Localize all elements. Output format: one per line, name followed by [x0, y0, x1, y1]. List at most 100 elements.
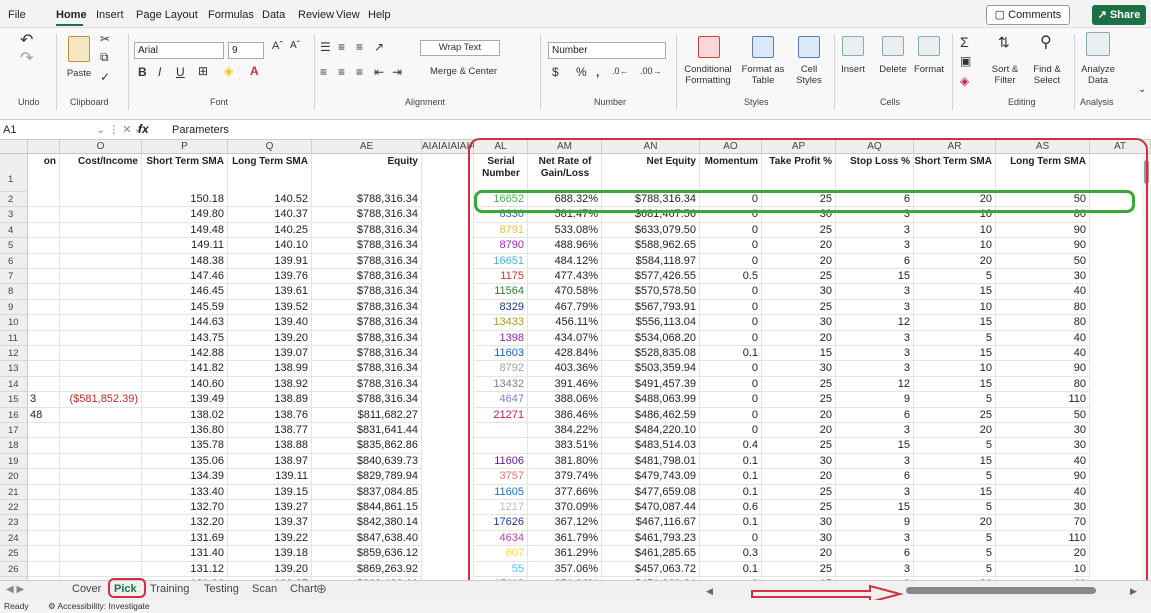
cell-al[interactable]: 21271 — [474, 408, 528, 423]
cell-ae[interactable]: $788,316.34 — [312, 315, 422, 331]
cell-ae[interactable]: $844,861.15 — [312, 500, 422, 516]
cell-p[interactable]: 135.06 — [142, 454, 228, 470]
row-header[interactable]: 25 — [0, 546, 28, 562]
number-format-select[interactable]: Number — [548, 42, 666, 59]
cell-ap[interactable]: 20 — [762, 254, 836, 269]
delete-cells-icon[interactable] — [882, 36, 904, 56]
sort-filter-icon[interactable]: ⇅ — [998, 34, 1010, 51]
row-header[interactable]: 2 — [0, 192, 28, 208]
column-header[interactable]: AN — [602, 140, 700, 154]
cell-ao[interactable]: 0 — [700, 223, 762, 239]
cell-o[interactable] — [60, 269, 142, 285]
cell-ao[interactable]: 0 — [700, 408, 762, 423]
cell-p[interactable]: 146.45 — [142, 284, 228, 300]
cell-as[interactable]: 80 — [996, 300, 1090, 316]
cell-an[interactable]: $788,316.34 — [602, 192, 700, 208]
cell-ao[interactable]: 0.4 — [700, 438, 762, 454]
cell-ao[interactable]: 0.3 — [700, 546, 762, 562]
row-header[interactable]: 4 — [0, 222, 28, 239]
row-header[interactable]: 16 — [0, 407, 28, 423]
cell-al[interactable]: 11606 — [474, 454, 528, 470]
cell-o[interactable] — [60, 423, 142, 439]
cell-p[interactable]: 131.69 — [142, 531, 228, 547]
column-header[interactable] — [28, 140, 60, 154]
cell-p[interactable]: 136.80 — [142, 423, 228, 439]
cell-an[interactable]: $477,659.08 — [602, 485, 700, 500]
redo-icon[interactable]: ↷ — [20, 48, 33, 68]
cell-q[interactable]: 139.07 — [228, 346, 312, 362]
percent-icon[interactable]: % — [576, 65, 587, 79]
cell-an[interactable]: $570,578.50 — [602, 284, 700, 300]
insert-button[interactable]: Insert — [834, 64, 872, 75]
cell-o[interactable] — [60, 515, 142, 531]
cell-al[interactable]: 8791 — [474, 223, 528, 239]
orientation-icon[interactable]: ↗ — [374, 40, 384, 54]
decrease-decimal-icon[interactable]: .00→ — [640, 66, 662, 76]
cell-ae[interactable]: $811,682.27 — [312, 408, 422, 423]
cell-o[interactable] — [60, 454, 142, 470]
cell-q[interactable]: 138.92 — [228, 377, 312, 393]
cell-ap[interactable]: 25 — [762, 485, 836, 500]
cell-ap[interactable]: 25 — [762, 500, 836, 516]
cell-q[interactable]: 140.10 — [228, 238, 312, 254]
cell-q[interactable]: 138.76 — [228, 408, 312, 423]
cell-as[interactable]: 50 — [996, 254, 1090, 269]
cell-am[interactable]: 388.06% — [528, 392, 602, 408]
cell-as[interactable]: 30 — [996, 438, 1090, 454]
cell-am[interactable]: 477.43% — [528, 269, 602, 285]
format-as-table-button[interactable]: Format as Table — [738, 64, 788, 86]
cell-ap[interactable]: 25 — [762, 562, 836, 577]
cell-n[interactable] — [28, 469, 60, 485]
cell-ao[interactable]: 0.1 — [700, 562, 762, 577]
menu-help[interactable]: Help — [368, 9, 391, 21]
cell-as[interactable]: 90 — [996, 469, 1090, 485]
cell-q[interactable]: 139.20 — [228, 562, 312, 577]
cell-p[interactable]: 149.11 — [142, 238, 228, 254]
cell-ae[interactable]: $788,316.34 — [312, 300, 422, 316]
cell-aq[interactable]: 6 — [836, 546, 914, 562]
cell-ae[interactable]: $788,316.34 — [312, 392, 422, 408]
cell-p[interactable]: 131.40 — [142, 546, 228, 562]
cell-o[interactable]: ($581,852.39) — [60, 392, 142, 408]
cell-o[interactable] — [60, 377, 142, 393]
cell-am[interactable]: 403.36% — [528, 361, 602, 377]
column-header[interactable]: AL — [474, 140, 528, 154]
cell-al[interactable]: 17626 — [474, 515, 528, 531]
cell-aq[interactable]: 6 — [836, 192, 914, 208]
cell-al[interactable]: 13433 — [474, 315, 528, 331]
cell-ae[interactable]: $788,316.34 — [312, 254, 422, 269]
cell-aq[interactable]: 3 — [836, 300, 914, 316]
align-center-icon[interactable]: ≡ — [338, 65, 345, 79]
cell-ar[interactable]: 15 — [914, 454, 996, 470]
cell-o[interactable] — [60, 408, 142, 423]
cell-q[interactable]: 139.52 — [228, 300, 312, 316]
cell-q[interactable]: 139.76 — [228, 269, 312, 285]
cell-aq[interactable]: 9 — [836, 392, 914, 408]
cell-p[interactable]: 133.40 — [142, 485, 228, 500]
cell-aq[interactable]: 3 — [836, 238, 914, 254]
cell-ar[interactable]: 10 — [914, 223, 996, 239]
cell-ar[interactable]: 15 — [914, 315, 996, 331]
cell-q[interactable]: 138.97 — [228, 454, 312, 470]
row-header[interactable]: 6 — [0, 253, 28, 269]
cell-ar[interactable]: 10 — [914, 238, 996, 254]
cell-aq[interactable]: 6 — [836, 254, 914, 269]
share-button[interactable]: ↗ Share — [1092, 5, 1146, 25]
cell-an[interactable]: $467,116.67 — [602, 515, 700, 531]
scroll-left-icon[interactable]: ◀ — [706, 586, 713, 597]
cell-aq[interactable]: 6 — [836, 408, 914, 423]
cell-an[interactable]: $528,835.08 — [602, 346, 700, 362]
cell-q[interactable]: 140.37 — [228, 207, 312, 223]
delete-button[interactable]: Delete — [872, 64, 914, 75]
cell-aq[interactable]: 12 — [836, 377, 914, 393]
cell-am[interactable]: 384.22% — [528, 423, 602, 439]
cell-ae[interactable]: $788,316.34 — [312, 331, 422, 346]
accessibility-status[interactable]: ⚙ Accessibility: Investigate — [48, 601, 150, 612]
cell-o[interactable] — [60, 485, 142, 500]
cell-ae[interactable]: $837,084.85 — [312, 485, 422, 500]
cell-as[interactable]: 90 — [996, 223, 1090, 239]
vertical-scrollbar[interactable] — [1142, 154, 1151, 580]
cell-aq[interactable]: 9 — [836, 515, 914, 531]
cell-p[interactable]: 135.78 — [142, 438, 228, 454]
cell-am[interactable]: 377.66% — [528, 485, 602, 500]
